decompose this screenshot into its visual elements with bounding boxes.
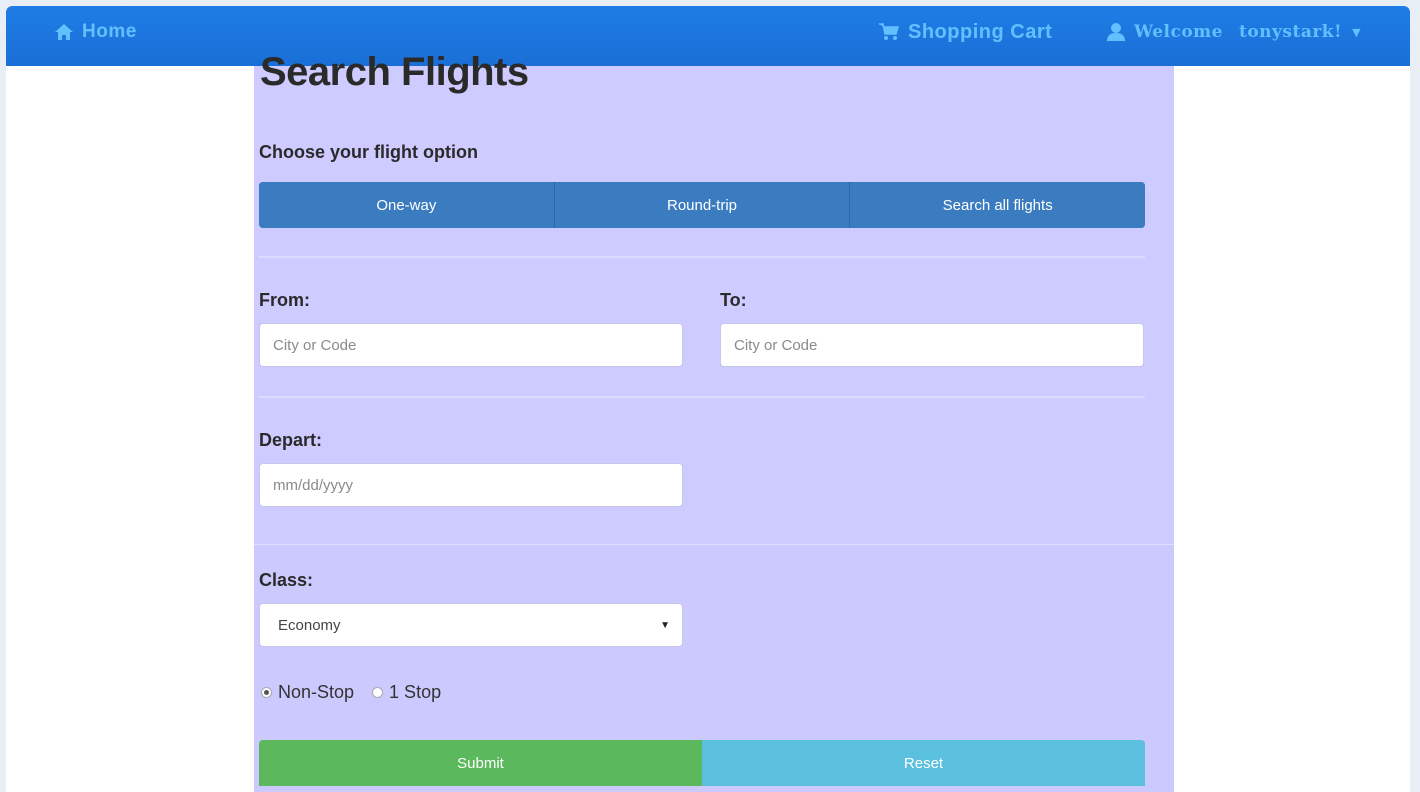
submit-button[interactable]: Submit: [259, 740, 702, 786]
navbar: Home Shopping Cart Welcome tonystark! ▼: [6, 6, 1410, 66]
user-icon: [1107, 23, 1125, 41]
page-title: Search Flights: [260, 50, 529, 94]
one-stop-label: 1 Stop: [389, 682, 442, 702]
class-select-value: Economy: [278, 616, 341, 634]
flight-option-label: Choose your flight option: [259, 142, 478, 162]
cart-icon: [879, 23, 899, 40]
from-input[interactable]: [259, 323, 683, 367]
one-stop-radio[interactable]: [372, 687, 384, 698]
option-round-trip-button[interactable]: Round-trip: [554, 182, 851, 228]
chevron-down-icon: ▼: [1352, 25, 1362, 39]
reset-button[interactable]: Reset: [702, 740, 1145, 786]
stops-radio-group: Non-Stop 1 Stop: [261, 682, 453, 703]
form-actions: Submit Reset: [259, 740, 1145, 786]
page: Home Shopping Cart Welcome tonystark! ▼: [6, 6, 1410, 792]
to-label: To:: [720, 290, 747, 310]
divider: [259, 256, 1145, 258]
option-search-all-button[interactable]: Search all flights: [850, 182, 1145, 228]
nav-home-label: Home: [82, 21, 137, 42]
depart-date-input[interactable]: [259, 463, 683, 507]
option-one-way-button[interactable]: One-way: [259, 182, 555, 228]
flight-option-segmented-control: One-way Round-trip Search all flights: [259, 182, 1145, 228]
nav-username: tonystark!: [1238, 22, 1343, 42]
nav-welcome-label: Welcome: [1134, 22, 1223, 42]
class-select[interactable]: Economy ▼: [259, 603, 683, 647]
non-stop-label: Non-Stop: [278, 682, 355, 702]
depart-label: Depart:: [259, 430, 323, 450]
nav-home-link[interactable]: Home: [54, 18, 137, 46]
home-icon: [55, 24, 73, 40]
from-label: From:: [259, 290, 310, 310]
nav-cart-link[interactable]: Shopping Cart: [878, 18, 1052, 46]
nav-user-menu[interactable]: Welcome tonystark! ▼: [1106, 18, 1361, 46]
divider: [259, 396, 1145, 398]
class-label: Class:: [259, 570, 314, 590]
to-input[interactable]: [720, 323, 1144, 367]
nav-cart-label: Shopping Cart: [908, 20, 1053, 43]
chevron-down-icon: ▼: [660, 619, 670, 631]
search-panel: [254, 6, 1174, 792]
non-stop-radio[interactable]: [261, 687, 272, 698]
